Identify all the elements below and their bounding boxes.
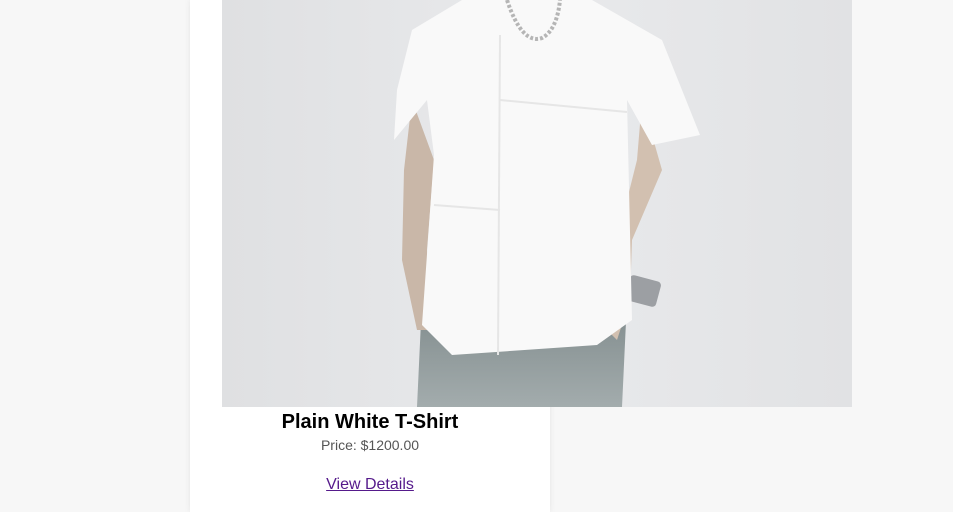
product-image[interactable] bbox=[222, 0, 852, 407]
product-price: Price: $1200.00 bbox=[320, 437, 420, 453]
product-title: Plain White T-Shirt bbox=[281, 411, 459, 433]
product-page: Plain White T-Shirt Price: $1200.00 View… bbox=[0, 0, 953, 512]
view-details-link[interactable]: View Details bbox=[326, 476, 414, 494]
product-card-body: Plain White T-Shirt Price: $1200.00 View… bbox=[190, 407, 550, 494]
